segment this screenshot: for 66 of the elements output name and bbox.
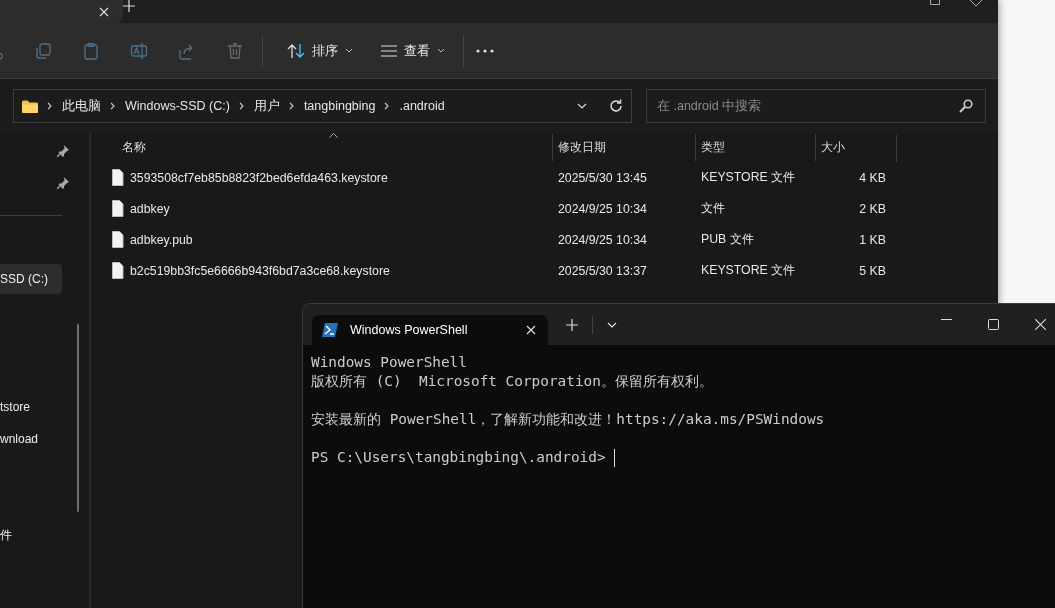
column-header[interactable]: 类型 [695,134,815,161]
column-header[interactable]: 修改日期 [552,134,695,161]
chevron-down-icon [345,47,353,54]
file-name[interactable]: adbkey [130,201,170,216]
breadcrumb-item[interactable]: .android [399,99,445,113]
file-name[interactable]: b2c519bb3fc5e6666b943f6bd7a3ce68.keystore [130,263,390,278]
pin-icon[interactable] [57,145,69,157]
chevron-right-icon [288,102,295,110]
chevron-right-icon [47,102,53,110]
search-field[interactable]: 在 .android 中搜索 [646,89,986,123]
plus-icon[interactable] [566,318,578,331]
file-icon [112,231,124,248]
breadcrumb-item[interactable]: tangbingbing [303,99,376,113]
lines-icon [381,44,397,57]
command-prompt[interactable]: PS C:\Users\tangbingbing\.android> [311,448,606,467]
file-size: 2 KB [859,201,886,216]
sidebar-item[interactable]: 件 [0,520,20,550]
terminal-tab[interactable]: Windows PowerShell [312,315,548,345]
more-icon[interactable] [476,48,494,53]
file-type: 文件 [701,201,725,215]
pin-icon[interactable] [57,177,69,189]
console-line: Windows PowerShell [311,353,468,372]
chevron-down-icon[interactable] [577,103,587,109]
file-icon [112,169,124,186]
modified-date: 2024/9/25 10:34 [558,232,647,247]
maximize-icon[interactable] [930,0,940,5]
sort-arrows-icon [287,42,305,59]
refresh-icon[interactable] [609,99,623,113]
modified-date: 2024/9/25 10:34 [558,201,647,216]
chevron-right-icon [384,102,391,110]
address-bar[interactable]: 此电脑 Windows-SSD (C:) 用户 tangbingbing .android [13,89,632,123]
folder-icon [22,99,38,113]
console-line: 安装最新的 PowerShell，了解新功能和改进！https://aka.ms/PSWindows [311,410,826,429]
file-size: 4 KB [859,170,886,185]
sort-button[interactable]: 排序 [279,37,361,64]
chevron-down-icon [437,47,445,54]
breadcrumb-item[interactable]: 用户 [253,97,280,115]
file-type: KEYSTORE 文件 [701,263,796,277]
sidebar-item[interactable]: wnload [0,424,47,454]
modified-date: 2025/5/30 13:45 [558,170,647,185]
chevron-right-icon [110,102,116,110]
file-size: 5 KB [859,263,886,278]
plus-icon[interactable] [123,0,135,12]
sort-up-icon [329,133,338,138]
column-header[interactable]: 名称 [109,139,552,156]
file-name[interactable]: adbkey.pub [130,232,193,247]
file-icon [112,200,124,217]
breadcrumb-item[interactable]: Windows-SSD (C:) [125,99,230,113]
powershell-icon [322,323,338,337]
view-button[interactable]: 查看 [373,37,453,64]
file-icon [112,262,124,279]
file-type: PUB 文件 [701,232,754,246]
search-icon [959,99,973,113]
console-line: 版权所有 (C) Microsoft Corporation。保留所有权利。 [311,372,714,391]
modified-date: 2025/5/30 13:37 [558,263,647,278]
column-header[interactable]: 大小 [815,134,894,161]
file-size: 1 KB [859,232,886,247]
breadcrumb-item[interactable]: 此电脑 [62,97,101,115]
sidebar-item[interactable]: SSD (C:) [0,264,62,294]
text-cursor [613,448,615,467]
chevron-down-icon[interactable] [607,321,617,328]
file-type: KEYSTORE 文件 [701,170,796,184]
file-name[interactable]: 3593508cf7eb85b8823f2bed6efda463.keystore [130,170,388,185]
search-input[interactable]: 在 .android 中搜索 [655,98,959,114]
chevron-right-icon [238,102,245,110]
sidebar-item[interactable]: tstore [0,392,38,422]
